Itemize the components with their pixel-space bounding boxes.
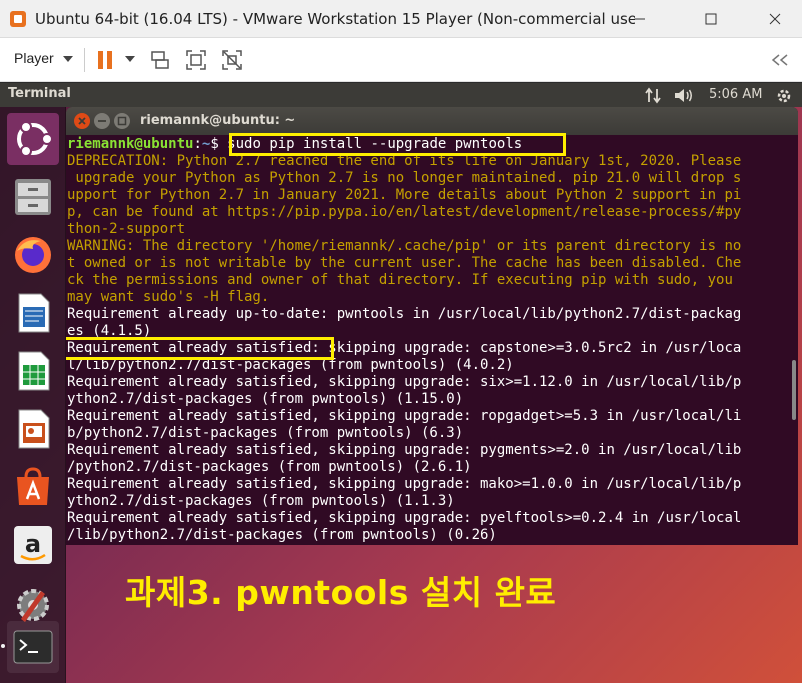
pause-icon[interactable] [94,49,116,71]
files-icon [15,179,51,215]
terminal-line: WARNING: The directory '/home/riemannk/.… [67,238,742,254]
terminal-line: upport for Python 2.7 in January 2021. M… [67,187,742,203]
launcher-dash[interactable] [7,113,59,165]
window-title: Ubuntu 64-bit (16.04 LTS) - VMware Works… [35,9,635,28]
launcher-terminal[interactable] [7,621,59,673]
terminal-line: ck the permissions and owner of that dir… [67,272,733,288]
terminal-line: Requirement already up-to-date: pwntools… [67,306,742,322]
amazon-icon: a [14,526,52,564]
clock[interactable]: 5:06 AM [709,87,762,102]
terminal-line: /python2.7/dist-packages (from pwntools)… [67,459,472,475]
terminal-scrollbar[interactable] [792,360,796,420]
terminal-line: t owned or is not writable by the curren… [67,255,742,271]
maximize-button[interactable] [688,0,734,38]
vmware-toolbar: Player [0,38,802,82]
command-highlight-box [229,133,566,156]
terminal-line: may want sudo's -H flag. [67,289,270,305]
terminal-output[interactable]: riemannk@ubuntu:~$ sudo pip install --up… [66,133,798,545]
svg-text:a: a [25,530,41,558]
firefox-icon [15,237,51,273]
network-icon[interactable] [644,87,662,104]
pause-dropdown-icon[interactable] [125,56,135,62]
terminal-minimize-button[interactable] [94,113,110,129]
terminal-title: riemannk@ubuntu: ~ [140,113,296,128]
launcher-writer[interactable] [7,287,59,339]
libreoffice-calc-icon [18,351,50,391]
libreoffice-impress-icon [18,409,50,449]
volume-icon[interactable] [673,87,695,104]
launcher-software[interactable] [7,461,59,513]
terminal-line: Requirement already satisfied, skipping … [67,510,742,526]
prompt-symbol: $ [210,136,228,152]
terminal-window: riemannk@ubuntu: ~ riemannk@ubuntu:~$ su… [66,107,798,545]
launcher-amazon[interactable]: a [7,519,59,571]
terminal-titlebar[interactable]: riemannk@ubuntu: ~ [66,107,798,135]
system-settings-icon [17,589,49,622]
terminal-line: upgrade your Python as Python 2.7 is no … [67,170,742,186]
window-titlebar: Ubuntu 64-bit (16.04 LTS) - VMware Works… [0,0,802,38]
launcher-impress[interactable] [7,403,59,455]
minimize-icon [98,120,106,122]
active-app-name: Terminal [8,86,71,101]
unity-mode-icon[interactable] [221,49,243,71]
ubuntu-software-icon [17,467,49,505]
terminal-line: Requirement already satisfied, skipping … [67,374,742,390]
terminal-line: /lib/python2.7/dist-packages (from pwnto… [67,527,497,543]
terminal-maximize-button[interactable] [114,113,130,129]
terminal-line: p, can be found at https://pip.pypa.io/e… [67,204,742,220]
terminal-line: Requirement already satisfied, skipping … [67,442,742,458]
minimize-icon [635,18,645,20]
requirement-satisfied-highlight-box [66,337,334,360]
launcher-files[interactable] [7,171,59,223]
close-icon [769,13,781,25]
terminal-icon [13,630,53,664]
terminal-line: Requirement already satisfied, skipping … [67,408,742,424]
unity-launcher: a [0,107,66,683]
player-menu[interactable]: Player [14,50,54,66]
annotation-caption: 과제3. pwntools 설치 완료 [125,573,557,612]
close-icon [78,117,86,125]
send-ctrl-alt-del-icon[interactable] [149,49,171,71]
minimize-button[interactable] [617,0,663,38]
collapse-toolbar-icon[interactable] [770,52,790,68]
libreoffice-writer-icon [18,293,50,333]
player-dropdown-icon[interactable] [63,56,73,62]
ubuntu-top-panel: Terminal 5:06 AM [0,83,802,107]
prompt-separator: : [193,136,202,152]
terminal-line: b/python2.7/dist-packages (from pwntools… [67,425,464,441]
fullscreen-icon[interactable] [185,49,207,71]
terminal-line: Requirement already satisfied, skipping … [67,476,742,492]
prompt-user: riemannk@ubuntu [67,136,194,152]
terminal-line: ython2.7/dist-packages (from pwntools) (… [67,493,455,509]
terminal-line: thon-2-support [67,221,186,237]
maximize-icon [705,13,717,25]
close-button[interactable] [752,0,798,38]
vmware-icon [10,10,26,27]
maximize-icon [117,116,127,126]
launcher-calc[interactable] [7,345,59,397]
terminal-close-button[interactable] [74,113,90,129]
ubuntu-dash-icon [17,121,53,157]
terminal-line: ython2.7/dist-packages (from pwntools) (… [67,391,464,407]
launcher-firefox[interactable] [7,229,59,281]
power-gear-icon[interactable] [776,87,792,104]
